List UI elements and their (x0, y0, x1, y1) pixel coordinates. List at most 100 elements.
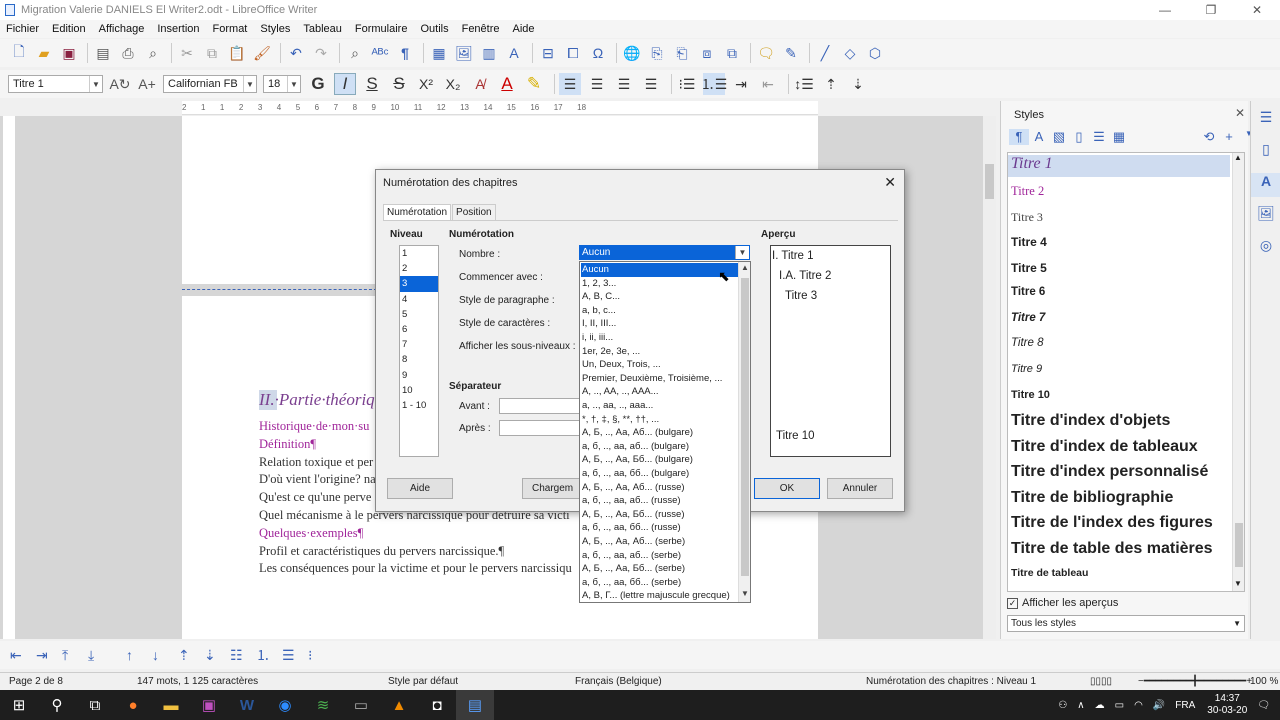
decrease-paragraph-spacing-icon[interactable]: ⇣ (847, 73, 869, 95)
style-item-titre-6[interactable]: Titre 6 (1011, 286, 1045, 298)
dropdown-option[interactable]: а, б, .., аа, аб... (russe) (581, 494, 738, 508)
bookmark-icon[interactable]: ⧈ (696, 42, 718, 64)
paste-icon[interactable]: 📋 (226, 42, 248, 64)
insert-field-icon[interactable]: ⧠ (562, 42, 584, 64)
print-preview-icon[interactable]: ⌕ (142, 42, 164, 64)
dropdown-option[interactable]: 1, 2, 3... (581, 277, 738, 291)
dropdown-option[interactable]: А, Б, .., Аа, Бб... (russe) (581, 508, 738, 522)
level-item[interactable]: 9 (400, 368, 438, 383)
language[interactable]: Français (Belgique) (575, 676, 662, 687)
menu-tableau[interactable]: Tableau (303, 23, 342, 35)
dropdown-option[interactable]: Un, Deux, Trois, ... (581, 358, 738, 372)
align-right-icon[interactable]: ☰ (613, 73, 635, 95)
style-item-titre-index-personnalise[interactable]: Titre d'index personnalisé (1011, 463, 1208, 481)
dropdown-option[interactable]: А, Б, .., Аа, Аб... (russe) (581, 481, 738, 495)
vlc-icon[interactable]: ▲ (380, 690, 418, 720)
chevron-down-icon[interactable]: ▼ (1234, 579, 1242, 588)
clone-formatting-icon[interactable]: 🖌 (251, 42, 273, 64)
document-line[interactable]: Quelques·exemples¶ (259, 526, 363, 541)
generic-app-icon[interactable]: ▭ (342, 690, 380, 720)
styles-deck-icon[interactable]: A (1251, 173, 1280, 197)
promote-chapter-icon[interactable]: ⤒ (62, 647, 84, 664)
style-item-titre-tableau[interactable]: Titre de tableau (1011, 567, 1088, 579)
style-item-titre-5[interactable]: Titre 5 (1011, 261, 1047, 275)
menu-fenetre[interactable]: Fenêtre (462, 23, 500, 35)
chevron-up-icon[interactable]: ▲ (1234, 153, 1242, 162)
dropdown-option[interactable]: а, б, .., аа, аб... (bulgare) (581, 440, 738, 454)
chevron-down-icon[interactable]: ▼ (739, 589, 751, 601)
justify-icon[interactable]: ☰ (640, 73, 662, 95)
clock[interactable]: 14:37 30-03-20 (1207, 693, 1247, 717)
wifi-icon[interactable]: ◠ (1134, 700, 1143, 711)
style-item-titre-table-matieres[interactable]: Titre de table des matières (1011, 540, 1213, 558)
tab-position[interactable]: Position (452, 204, 496, 220)
dropdown-option[interactable]: a, .., aa, .., aaa... (581, 399, 738, 413)
scrollbar-thumb[interactable] (985, 164, 994, 199)
save-icon[interactable]: ▣ (58, 42, 80, 64)
file-explorer-icon[interactable]: ▬ (152, 690, 190, 720)
onedrive-icon[interactable]: ☁ (1095, 700, 1105, 711)
insert-chart-icon[interactable]: ▥ (478, 42, 500, 64)
store-icon[interactable]: ▣ (190, 690, 228, 720)
document-line[interactable]: Les conséquences pour la victime et pour… (259, 561, 572, 576)
notification-icon[interactable]: 🗨 (1257, 700, 1270, 711)
document-heading[interactable]: II.·Partie·théoriqu (259, 390, 384, 410)
menu-format[interactable]: Format (213, 23, 248, 35)
move-item-down-icon[interactable]: ⇣ (204, 647, 226, 664)
style-item-titre-3[interactable]: Titre 3 (1011, 210, 1043, 225)
nombre-dropdown-list[interactable]: ▲ ▼ Aucun 1, 2, 3... A, B, C... a, b, c... I… (579, 261, 751, 603)
level-list[interactable]: 1 2 3 4 5 6 7 8 9 10 1 - 10 (399, 245, 439, 457)
apres-input[interactable] (499, 420, 581, 436)
help-button[interactable]: Aide (387, 478, 453, 499)
bullets-numbering-icon[interactable]: ⁝ (308, 647, 330, 664)
superscript-icon[interactable]: X² (415, 73, 437, 95)
level-item[interactable]: 10 (400, 383, 438, 398)
dropdown-option[interactable]: а, б, .., аа, бб... (bulgare) (581, 467, 738, 481)
increase-paragraph-spacing-icon[interactable]: ⇡ (820, 73, 842, 95)
show-previews-checkbox[interactable]: ✓ Afficher les aperçus (1007, 597, 1118, 609)
highlight-color-icon[interactable]: ✎ (523, 73, 545, 95)
table-styles-icon[interactable]: ▦ (1109, 129, 1129, 145)
dropdown-option[interactable]: Α, Β, Γ... (lettre majuscule grecque) (581, 589, 738, 603)
dropdown-option[interactable]: а, б, .., аа, бб... (serbe) (581, 576, 738, 590)
menu-affichage[interactable]: Affichage (99, 23, 145, 35)
insert-unnumbered-icon[interactable]: ☷ (230, 647, 252, 664)
draw-functions-icon[interactable]: ⬡ (864, 42, 886, 64)
document-line[interactable]: Profil et caractéristiques du pervers na… (259, 544, 504, 559)
insert-image-icon[interactable]: 🖼 (453, 42, 475, 64)
document-line[interactable]: D'où vient l'origine? na (259, 472, 376, 487)
outline-promote-icon[interactable]: ⇤ (10, 647, 32, 664)
zoom-level[interactable]: 100 % (1250, 676, 1278, 687)
task-view-icon[interactable]: ⧉ (76, 690, 114, 720)
frame-styles-icon[interactable]: ▧ (1049, 129, 1069, 145)
style-item-titre-9[interactable]: Titre 9 (1011, 363, 1042, 375)
minimize-button[interactable]: — (1142, 0, 1188, 20)
paragraph-style-combo[interactable]: Titre 1 ▼ (8, 75, 103, 93)
font-name-combo[interactable]: Californian FB ▼ (163, 75, 257, 93)
ok-button[interactable]: OK (754, 478, 820, 499)
insert-table-icon[interactable]: ▦ (428, 42, 450, 64)
strikethrough-icon[interactable]: S (388, 73, 410, 95)
scrollbar-thumb[interactable] (1235, 523, 1243, 567)
close-window-button[interactable]: ✕ (1234, 0, 1280, 20)
navigator-icon[interactable]: ◎ (1251, 237, 1280, 261)
redo-icon[interactable]: ↷ (310, 42, 332, 64)
page-icon[interactable]: ▯ (1251, 141, 1280, 165)
battery-icon[interactable]: ▭ (1115, 700, 1124, 711)
word-icon[interactable]: W (228, 690, 266, 720)
special-character-icon[interactable]: Ω (587, 42, 609, 64)
undo-icon[interactable]: ↶ (285, 42, 307, 64)
menu-edition[interactable]: Edition (52, 23, 86, 35)
layers-app-icon[interactable]: ≋ (304, 690, 342, 720)
dropdown-option[interactable]: А, Б, .., Аа, Аб... (bulgare) (581, 426, 738, 440)
level-item[interactable]: 8 (400, 352, 438, 367)
properties-icon[interactable]: ☰ (1251, 109, 1280, 133)
menu-formulaire[interactable]: Formulaire (355, 23, 408, 35)
chevron-down-icon[interactable]: ▼ (287, 76, 300, 92)
level-item[interactable]: 6 (400, 322, 438, 337)
zoom-slider[interactable]: −━━━━━━━━╋━━━━━━━━+ (1138, 676, 1252, 687)
menu-styles[interactable]: Styles (260, 23, 290, 35)
style-item-titre-index-objets[interactable]: Titre d'index d'objets (1011, 412, 1170, 430)
font-size-combo[interactable]: 18 ▼ (263, 75, 301, 93)
comment-icon[interactable]: 🗨 (755, 42, 777, 64)
